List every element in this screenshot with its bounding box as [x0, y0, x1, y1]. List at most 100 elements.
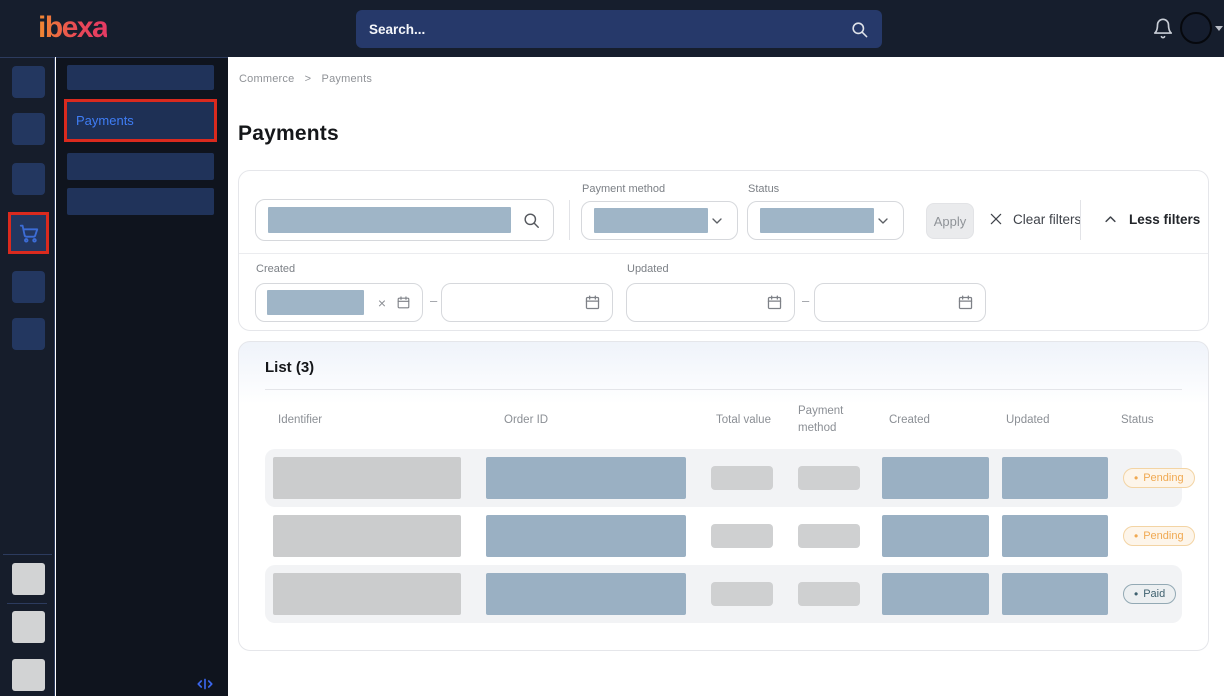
redacted-payment-method — [798, 466, 860, 490]
redacted-total-value — [711, 582, 773, 606]
redacted-total-value — [711, 466, 773, 490]
sidebar-item-1[interactable] — [67, 65, 214, 90]
redacted-identifier — [273, 515, 461, 557]
nav-icon-tile-3[interactable] — [12, 163, 45, 195]
filters-panel: Payment method Status Apply Clear filter… — [238, 170, 1209, 331]
annotation-highlight-payments: Payments — [64, 99, 217, 142]
main-content: Commerce > Payments Payments Payment met… — [228, 57, 1224, 696]
created-label: Created — [256, 263, 295, 275]
redacted-created — [882, 515, 989, 557]
avatar[interactable] — [1180, 12, 1212, 44]
date-range-separator: – — [430, 293, 437, 308]
cart-icon[interactable] — [18, 222, 40, 244]
redacted-value — [760, 208, 874, 233]
search-icon[interactable] — [522, 211, 541, 230]
topbar: ibexa — [0, 0, 1224, 57]
secondary-sidebar: Payments — [56, 57, 228, 696]
col-order-id: Order ID — [486, 414, 711, 426]
redacted-payment-method — [798, 524, 860, 548]
nav-icon-tile-1[interactable] — [12, 66, 45, 98]
avatar-caret-down-icon[interactable] — [1215, 26, 1223, 31]
sidebar-item-4[interactable] — [67, 188, 214, 215]
less-filters-label: Less filters — [1129, 212, 1200, 227]
status-text: Paid — [1143, 588, 1165, 600]
redacted-created — [882, 457, 989, 499]
redacted-order-id — [486, 515, 686, 557]
status-dot-icon: • — [1134, 530, 1138, 542]
filter-search-input[interactable] — [255, 199, 554, 241]
redacted-identifier — [273, 457, 461, 499]
bell-icon[interactable] — [1152, 17, 1174, 40]
global-search[interactable] — [356, 10, 882, 48]
clear-date-icon[interactable]: × — [378, 295, 386, 311]
redacted-created — [882, 573, 989, 615]
page-title: Payments — [238, 122, 339, 146]
redacted-updated — [1002, 457, 1108, 499]
created-to-date-input[interactable] — [441, 283, 613, 322]
calendar-icon[interactable] — [957, 294, 974, 311]
updated-to-date-input[interactable] — [814, 283, 986, 322]
nav-icon-tile-6[interactable] — [12, 318, 45, 350]
status-label: Status — [748, 183, 779, 195]
col-updated: Updated — [1002, 414, 1120, 426]
rail-bottom-tile-1[interactable] — [12, 563, 45, 595]
col-status: Status — [1120, 414, 1182, 426]
rail-bottom-tile-2[interactable] — [12, 611, 45, 643]
updated-from-date-input[interactable] — [626, 283, 795, 322]
ibexa-logo[interactable]: ibexa — [38, 11, 107, 45]
status-badge: • Paid — [1123, 584, 1176, 604]
status-text: Pending — [1143, 472, 1183, 484]
created-from-date-input[interactable]: × — [255, 283, 423, 322]
search-icon[interactable] — [850, 20, 869, 39]
calendar-icon[interactable] — [584, 294, 601, 311]
rail-bottom-tile-3[interactable] — [12, 659, 45, 691]
table-body: • Pending • Pending — [265, 449, 1182, 623]
col-payment-method: Payment method — [798, 403, 854, 436]
apply-button[interactable]: Apply — [926, 203, 974, 239]
x-icon — [988, 211, 1004, 227]
nav-icon-tile-2[interactable] — [12, 113, 45, 145]
table-row[interactable]: • Pending — [265, 507, 1182, 565]
sidebar-item-3[interactable] — [67, 153, 214, 180]
global-search-input[interactable] — [369, 22, 850, 37]
payment-method-select[interactable] — [581, 201, 738, 240]
icon-rail — [0, 57, 55, 696]
calendar-icon[interactable] — [766, 294, 783, 311]
redacted-updated — [1002, 573, 1108, 615]
col-created: Created — [882, 414, 1002, 426]
rail-divider-small — [7, 603, 47, 604]
table-row[interactable]: • Paid — [265, 565, 1182, 623]
sidebar-item-payments[interactable]: Payments — [67, 113, 134, 128]
breadcrumb-separator: > — [305, 73, 312, 85]
status-text: Pending — [1143, 530, 1183, 542]
annotation-highlight-cart — [8, 212, 49, 254]
date-range-separator: – — [802, 293, 809, 308]
nav-icon-tile-5[interactable] — [12, 271, 45, 303]
calendar-icon[interactable] — [396, 294, 411, 311]
col-total-value: Total value — [711, 414, 798, 426]
redacted-value — [267, 290, 364, 315]
list-title: List (3) — [265, 359, 314, 376]
status-select[interactable] — [747, 201, 904, 240]
breadcrumb-commerce[interactable]: Commerce — [239, 73, 294, 85]
redacted-order-id — [486, 573, 686, 615]
chevron-down-icon — [709, 213, 725, 229]
updated-label: Updated — [627, 263, 669, 275]
filter-divider — [569, 200, 570, 240]
col-identifier: Identifier — [265, 414, 486, 426]
clear-filters-label: Clear filters — [1013, 212, 1081, 227]
status-dot-icon: • — [1134, 472, 1138, 484]
redacted-value — [268, 207, 511, 233]
payments-list-panel: List (3) Identifier Order ID Total value… — [238, 341, 1209, 651]
filter-row-divider — [239, 253, 1208, 254]
less-filters-button[interactable]: Less filters — [1103, 212, 1200, 227]
clear-filters-button[interactable]: Clear filters — [988, 211, 1081, 227]
table-row[interactable]: • Pending — [265, 449, 1182, 507]
breadcrumb-payments[interactable]: Payments — [322, 73, 373, 85]
redacted-payment-method — [798, 582, 860, 606]
redacted-order-id — [486, 457, 686, 499]
status-badge: • Pending — [1123, 468, 1195, 488]
sidebar-collapse-icon[interactable] — [195, 675, 215, 693]
redacted-updated — [1002, 515, 1108, 557]
status-dot-icon: • — [1134, 588, 1138, 600]
